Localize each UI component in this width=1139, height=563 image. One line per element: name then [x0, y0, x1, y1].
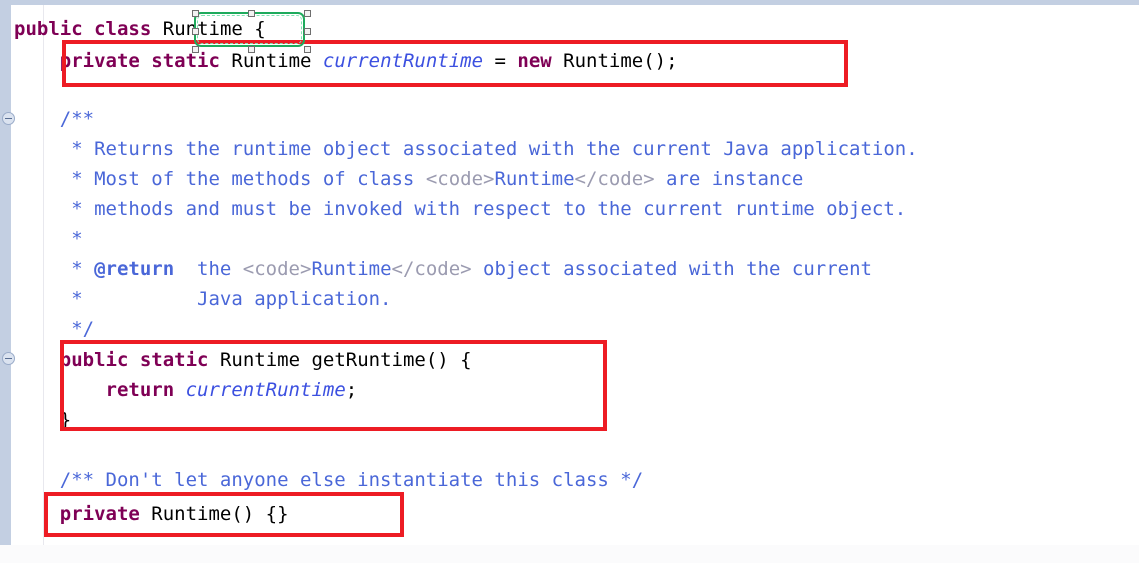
code-token: } — [14, 409, 72, 431]
code-line[interactable]: private Runtime() {} — [14, 499, 289, 529]
resize-handle-sw[interactable] — [192, 46, 199, 53]
code-token: new — [517, 50, 552, 72]
code-line[interactable]: private static Runtime currentRuntime = … — [14, 46, 678, 76]
code-line[interactable]: * Returns the runtime object associated … — [14, 134, 918, 164]
code-token: @return — [94, 258, 175, 280]
code-token: * — [14, 228, 83, 250]
code-area[interactable]: public class Runtime { private static Ru… — [0, 0, 1139, 563]
resize-handle-n[interactable] — [247, 10, 255, 17]
code-token: * Returns the runtime object associated … — [14, 138, 918, 160]
code-token: <code> — [242, 258, 312, 280]
code-token: * Java application. — [14, 288, 392, 310]
selection-runtime-classname[interactable] — [192, 10, 311, 53]
editor-screenshot: public class Runtime { private static Ru… — [0, 0, 1139, 563]
code-token: return — [105, 379, 175, 401]
code-token: currentRuntime — [322, 50, 484, 72]
code-token: static — [151, 50, 220, 72]
code-token: are instance — [654, 168, 804, 190]
code-token: Runtime — [311, 258, 392, 280]
resize-handle-w[interactable] — [192, 27, 199, 35]
code-token: private — [59, 503, 140, 525]
code-line[interactable]: * @return the <code>Runtime</code> objec… — [14, 254, 872, 284]
code-token: class — [94, 18, 152, 40]
resize-handle-e[interactable] — [304, 27, 311, 35]
code-line[interactable]: /** — [14, 104, 94, 134]
code-token: = — [483, 50, 518, 72]
code-token: ; — [345, 379, 358, 401]
code-line[interactable]: */ — [14, 314, 94, 344]
code-token: currentRuntime — [185, 379, 346, 401]
code-token: */ — [14, 318, 95, 340]
code-line[interactable]: } — [14, 405, 71, 435]
code-token: Runtime — [219, 50, 323, 72]
code-token: /** — [14, 108, 95, 130]
code-token: * Most of the methods of class — [14, 168, 426, 190]
code-line[interactable]: * — [14, 224, 83, 254]
code-line[interactable]: * Most of the methods of class <code>Run… — [14, 164, 803, 194]
code-token: /** Don't let anyone else instantiate th… — [14, 469, 644, 491]
resize-handle-se[interactable] — [304, 46, 311, 53]
code-token: Runtime — [494, 168, 575, 190]
code-token: public — [59, 349, 129, 371]
code-token: Runtime() {} — [139, 503, 289, 525]
code-token: public — [14, 18, 83, 40]
resize-handle-ne[interactable] — [304, 10, 311, 17]
code-line[interactable]: /** Don't let anyone else instantiate th… — [14, 465, 643, 495]
resize-handle-s[interactable] — [247, 46, 255, 53]
code-token: the — [174, 258, 243, 280]
code-token: private — [59, 50, 140, 72]
code-token: Runtime(); — [551, 50, 678, 72]
code-token: Runtime getRuntime() { — [208, 349, 472, 371]
code-token: * methods and must be invoked with respe… — [14, 198, 907, 220]
code-line[interactable]: * methods and must be invoked with respe… — [14, 194, 906, 224]
resize-handle-nw[interactable] — [192, 10, 199, 17]
code-line[interactable]: return currentRuntime; — [14, 375, 358, 405]
code-token: </code> — [391, 258, 472, 280]
code-token: object associated with the current — [471, 258, 872, 280]
code-token: static — [139, 349, 209, 371]
code-token: * — [14, 258, 95, 280]
code-token: </code> — [574, 168, 655, 190]
code-token: <code> — [425, 168, 495, 190]
code-line[interactable]: public static Runtime getRuntime() { — [14, 345, 472, 375]
selection-inner-dashed-border — [197, 15, 302, 44]
code-line[interactable]: * Java application. — [14, 284, 392, 314]
